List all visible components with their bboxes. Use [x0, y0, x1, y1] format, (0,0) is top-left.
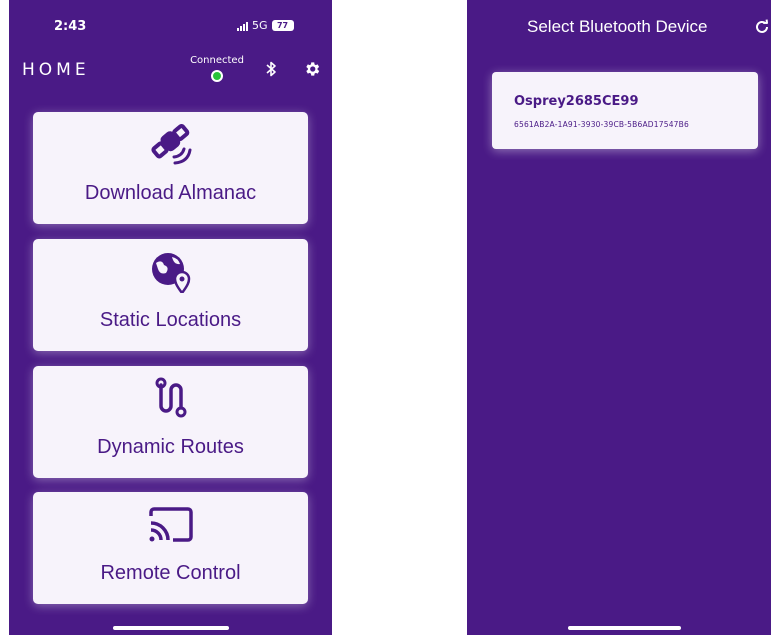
bluetooth-icon[interactable]: [263, 60, 279, 78]
battery-icon: 77: [271, 20, 294, 31]
satellite-icon: [33, 122, 308, 166]
download-almanac-label: Download Almanac: [84, 182, 257, 204]
status-indicators: 5G 77: [237, 19, 294, 32]
globe-pin-icon: [33, 249, 308, 293]
refresh-icon[interactable]: [754, 19, 770, 35]
home-indicator[interactable]: [568, 626, 681, 630]
signal-icon: [237, 21, 248, 31]
device-id: 6561AB2A-1A91-3930-39CB-5B6AD17547B6: [514, 120, 689, 129]
static-locations-button[interactable]: Static Locations: [33, 239, 308, 351]
download-almanac-button[interactable]: Download Almanac: [33, 112, 308, 224]
home-screen: 2:43 5G 77 HOME Connected Download Alman…: [9, 0, 332, 635]
status-time: 2:43: [54, 19, 87, 34]
route-icon: [33, 376, 308, 420]
page-title: HOME: [22, 60, 90, 80]
network-label: 5G: [252, 19, 268, 32]
bluetooth-screen: Select Bluetooth Device Osprey2685CE99 6…: [467, 0, 771, 635]
remote-control-label: Remote Control: [100, 562, 241, 584]
device-list-item[interactable]: Osprey2685CE99 6561AB2A-1A91-3930-39CB-5…: [492, 72, 758, 149]
connection-status-dot: [211, 70, 223, 82]
cast-icon: [33, 502, 308, 546]
connection-status-label: Connected: [190, 55, 244, 66]
device-name: Osprey2685CE99: [514, 94, 639, 109]
home-indicator[interactable]: [113, 626, 229, 630]
dynamic-routes-button[interactable]: Dynamic Routes: [33, 366, 308, 478]
gear-icon[interactable]: [302, 59, 322, 79]
static-locations-label: Static Locations: [99, 309, 242, 331]
page-title: Select Bluetooth Device: [527, 17, 708, 36]
dynamic-routes-label: Dynamic Routes: [97, 436, 244, 458]
remote-control-button[interactable]: Remote Control: [33, 492, 308, 604]
